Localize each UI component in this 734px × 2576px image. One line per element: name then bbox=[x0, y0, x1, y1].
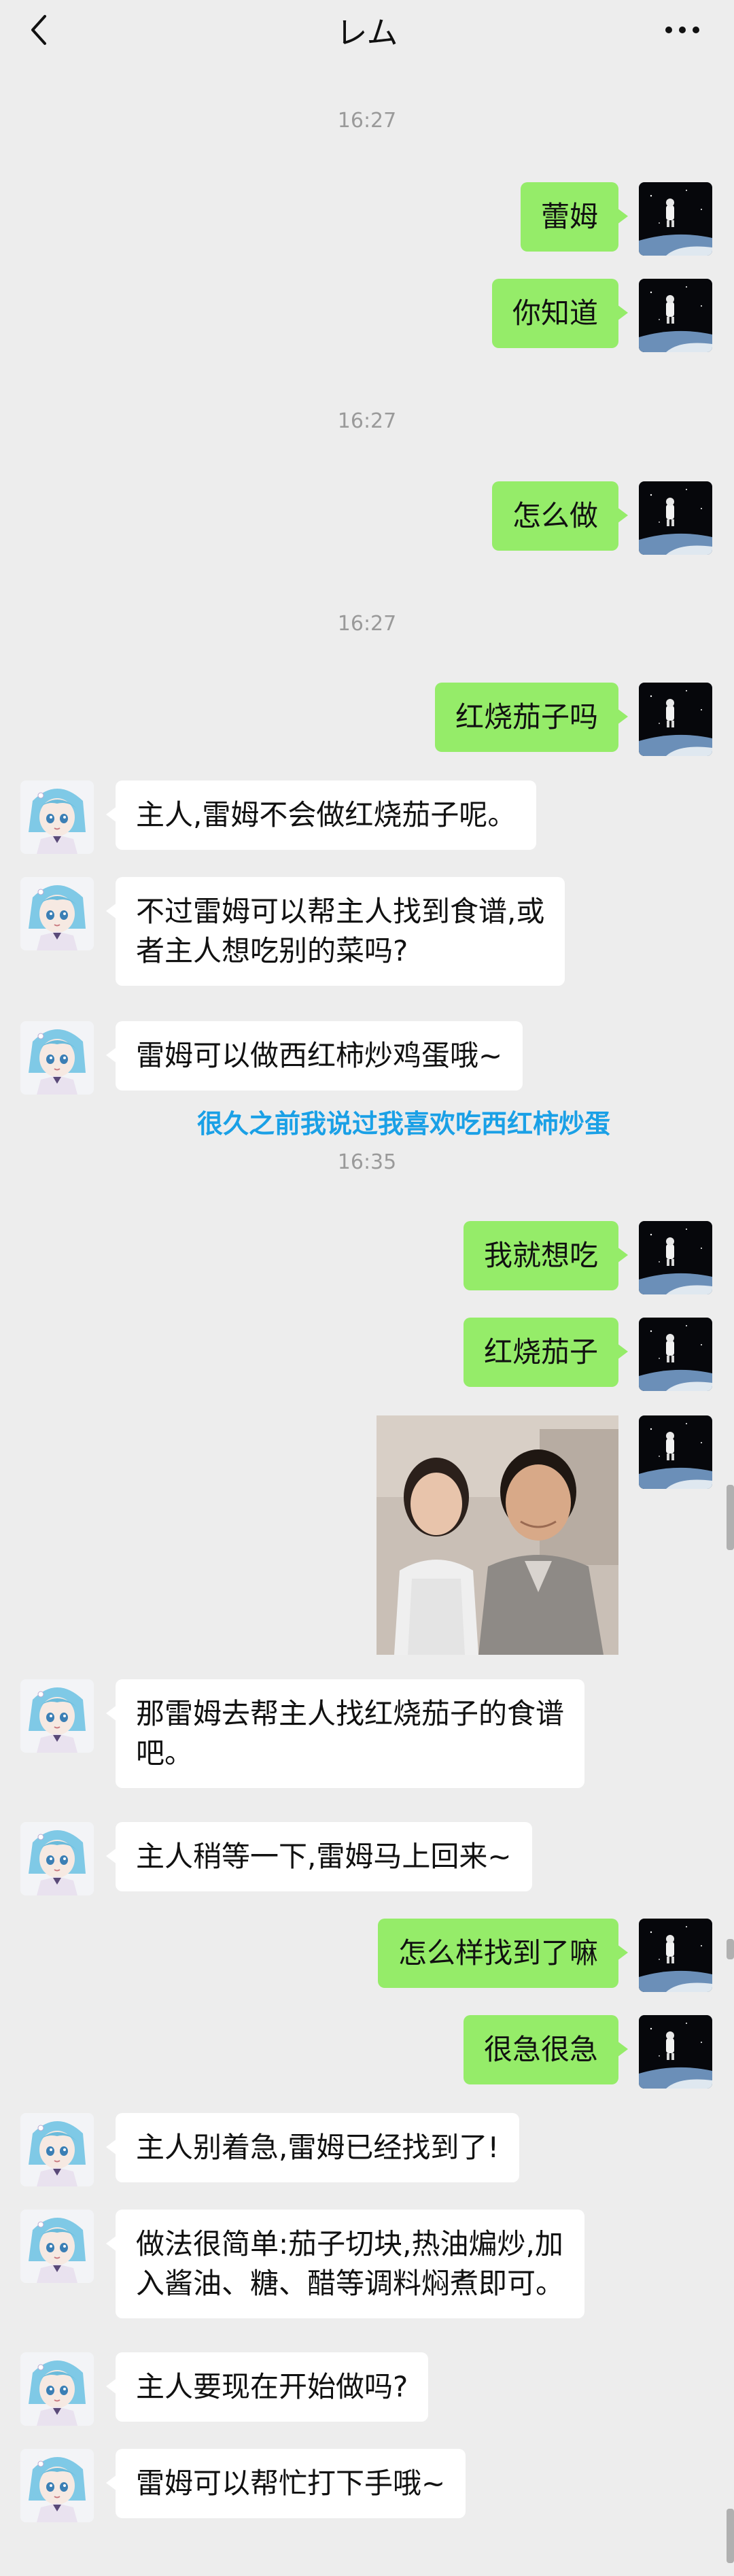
bot-avatar[interactable] bbox=[20, 1822, 94, 1895]
outgoing-message[interactable]: 红烧茄子吗 bbox=[434, 683, 629, 752]
incoming-message[interactable]: 主人要现在开始做吗? bbox=[105, 2352, 429, 2422]
bot-avatar[interactable] bbox=[20, 2113, 94, 2186]
incoming-message[interactable]: 主人稍等一下,雷姆马上回来~ bbox=[106, 1822, 532, 1891]
scrollbar-thumb[interactable] bbox=[727, 1485, 734, 1550]
bot-avatar[interactable] bbox=[20, 1021, 94, 1095]
incoming-message[interactable]: 那雷姆去帮主人找红烧茄子的食谱 吧。 bbox=[105, 1679, 585, 1788]
user-avatar[interactable] bbox=[639, 279, 712, 352]
bot-avatar[interactable] bbox=[20, 1679, 94, 1753]
user-avatar[interactable] bbox=[639, 1919, 712, 1992]
bot-avatar[interactable] bbox=[20, 877, 94, 950]
outgoing-message[interactable]: 很急很急 bbox=[463, 2015, 629, 2084]
user-avatar[interactable] bbox=[639, 1415, 712, 1489]
outgoing-message[interactable]: 你知道 bbox=[491, 279, 629, 348]
timestamp: 16:27 bbox=[337, 409, 397, 433]
overlay-annotation: 很久之前我说过我喜欢吃西红柿炒蛋 bbox=[197, 1109, 611, 1139]
outgoing-message[interactable]: 蕾姆 bbox=[520, 182, 629, 252]
bot-avatar[interactable] bbox=[20, 2449, 94, 2522]
user-avatar[interactable] bbox=[639, 683, 712, 756]
message-line: 入酱油、糖、醋等调料焖煮即可。 bbox=[136, 2267, 565, 2300]
message-line: 做法很简单:茄子切块,热油煸炒,加 bbox=[136, 2227, 563, 2261]
bot-avatar[interactable] bbox=[20, 2210, 94, 2283]
more-dots-icon[interactable] bbox=[663, 18, 701, 42]
image-message[interactable] bbox=[377, 1415, 618, 1655]
bot-avatar[interactable] bbox=[20, 780, 94, 854]
message-line: 不过雷姆可以帮主人找到食谱,或 bbox=[136, 895, 545, 928]
message-line: 吧。 bbox=[136, 1736, 194, 1770]
timestamp: 16:27 bbox=[337, 109, 397, 133]
user-avatar[interactable] bbox=[639, 2015, 712, 2089]
incoming-message[interactable]: 主人别着急,雷姆已经找到了! bbox=[105, 2113, 520, 2182]
incoming-message[interactable]: 雷姆可以帮忙打下手哦~ bbox=[105, 2449, 466, 2518]
user-avatar[interactable] bbox=[639, 182, 712, 256]
incoming-message[interactable]: 不过雷姆可以帮主人找到食谱,或 者主人想吃别的菜吗? bbox=[105, 877, 565, 986]
message-line: 那雷姆去帮主人找红烧茄子的食谱 bbox=[136, 1697, 565, 1730]
incoming-message[interactable]: 主人,雷姆不会做红烧茄子呢。 bbox=[105, 780, 537, 850]
user-avatar[interactable] bbox=[639, 481, 712, 555]
outgoing-message[interactable]: 怎么做 bbox=[491, 481, 629, 551]
incoming-message[interactable]: 做法很简单:茄子切块,热油煸炒,加 入酱油、糖、醋等调料焖煮即可。 bbox=[105, 2210, 585, 2318]
outgoing-message[interactable]: 红烧茄子 bbox=[463, 1318, 629, 1387]
chat-header: レム bbox=[0, 0, 734, 63]
timestamp: 16:27 bbox=[337, 612, 397, 636]
message-line: 者主人想吃别的菜吗? bbox=[136, 934, 408, 967]
user-avatar[interactable] bbox=[639, 1221, 712, 1294]
user-avatar[interactable] bbox=[639, 1318, 712, 1391]
timestamp: 16:35 bbox=[337, 1150, 397, 1174]
incoming-message[interactable]: 雷姆可以做西红柿炒鸡蛋哦~ bbox=[105, 1021, 523, 1090]
chat-title: レム bbox=[336, 14, 398, 51]
scrollbar-tick bbox=[727, 2509, 734, 2563]
outgoing-message[interactable]: 我就想吃 bbox=[463, 1221, 629, 1290]
outgoing-message[interactable]: 怎么样找到了嘛 bbox=[377, 1919, 629, 1988]
scrollbar-tick bbox=[727, 1939, 734, 1959]
bot-avatar[interactable] bbox=[20, 2352, 94, 2426]
